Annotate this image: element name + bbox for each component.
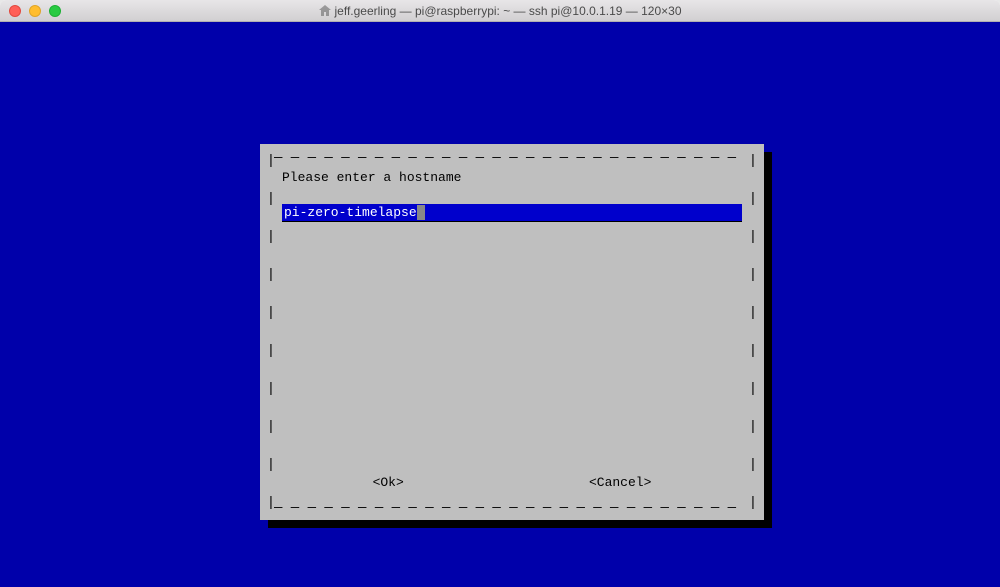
ok-button[interactable]: <Ok>: [373, 475, 404, 490]
titlebar[interactable]: jeff.geerling — pi@raspberrypi: ~ — ssh …: [0, 0, 1000, 22]
terminal-inner[interactable]: | | | | | | | | | | | | | | | |: [6, 28, 994, 581]
cursor-icon: [417, 205, 425, 220]
hostname-dialog: | | | | | | | | | | | | | | | |: [260, 144, 764, 520]
cancel-button[interactable]: <Cancel>: [589, 475, 651, 490]
close-icon[interactable]: [9, 5, 21, 17]
traffic-lights: [0, 5, 61, 17]
prompt-label: Please enter a hostname: [282, 170, 461, 185]
border-left: | | | | | | | | | |: [266, 152, 276, 512]
dialog-content: Please enter a hostname pi-zero-timelaps…: [280, 164, 744, 500]
window-title: jeff.geerling — pi@raspberrypi: ~ — ssh …: [335, 4, 682, 18]
terminal-area: | | | | | | | | | | | | | | | |: [0, 22, 1000, 587]
terminal-window: jeff.geerling — pi@raspberrypi: ~ — ssh …: [0, 0, 1000, 587]
home-icon: [319, 5, 331, 16]
maximize-icon[interactable]: [49, 5, 61, 17]
window-title-wrap: jeff.geerling — pi@raspberrypi: ~ — ssh …: [0, 4, 1000, 18]
hostname-input[interactable]: pi-zero-timelapse: [282, 204, 742, 221]
border-bottom: — — — — — — — — — — — — — — — — — — — — …: [274, 500, 750, 514]
minimize-icon[interactable]: [29, 5, 41, 17]
hostname-input-value: pi-zero-timelapse: [282, 205, 417, 220]
border-right: | | | | | | | | | |: [748, 152, 758, 512]
border-top: — — — — — — — — — — — — — — — — — — — — …: [274, 150, 750, 164]
button-row: <Ok> <Cancel>: [280, 475, 744, 490]
input-underline: [282, 221, 742, 222]
